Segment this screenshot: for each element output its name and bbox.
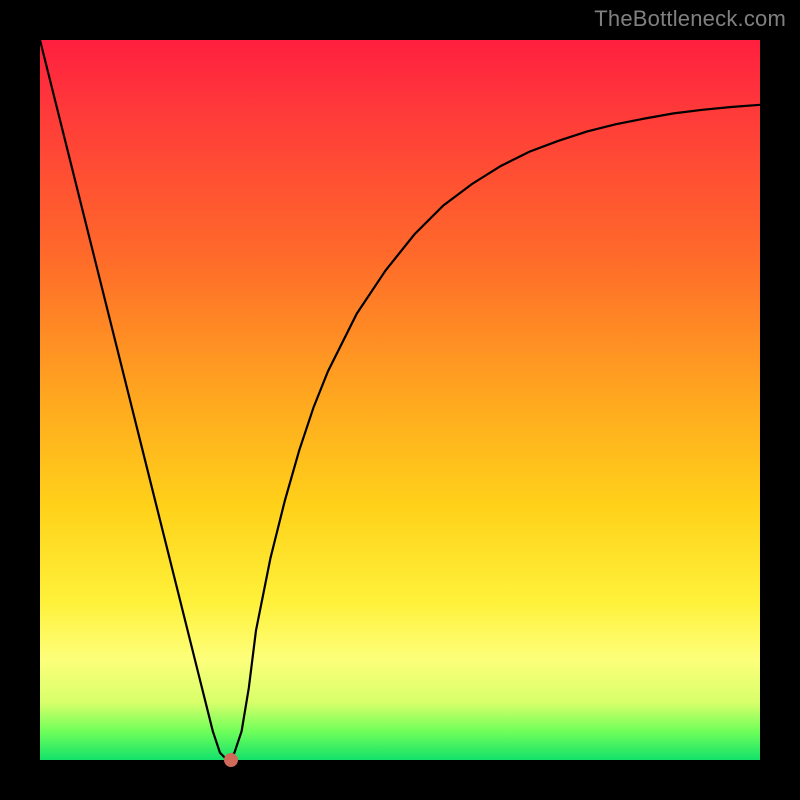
optimum-marker	[224, 753, 238, 767]
chart-plot-area	[40, 40, 760, 760]
watermark-text: TheBottleneck.com	[594, 6, 786, 32]
curve-svg	[40, 40, 760, 760]
bottleneck-curve	[40, 40, 760, 760]
chart-frame: TheBottleneck.com	[0, 0, 800, 800]
